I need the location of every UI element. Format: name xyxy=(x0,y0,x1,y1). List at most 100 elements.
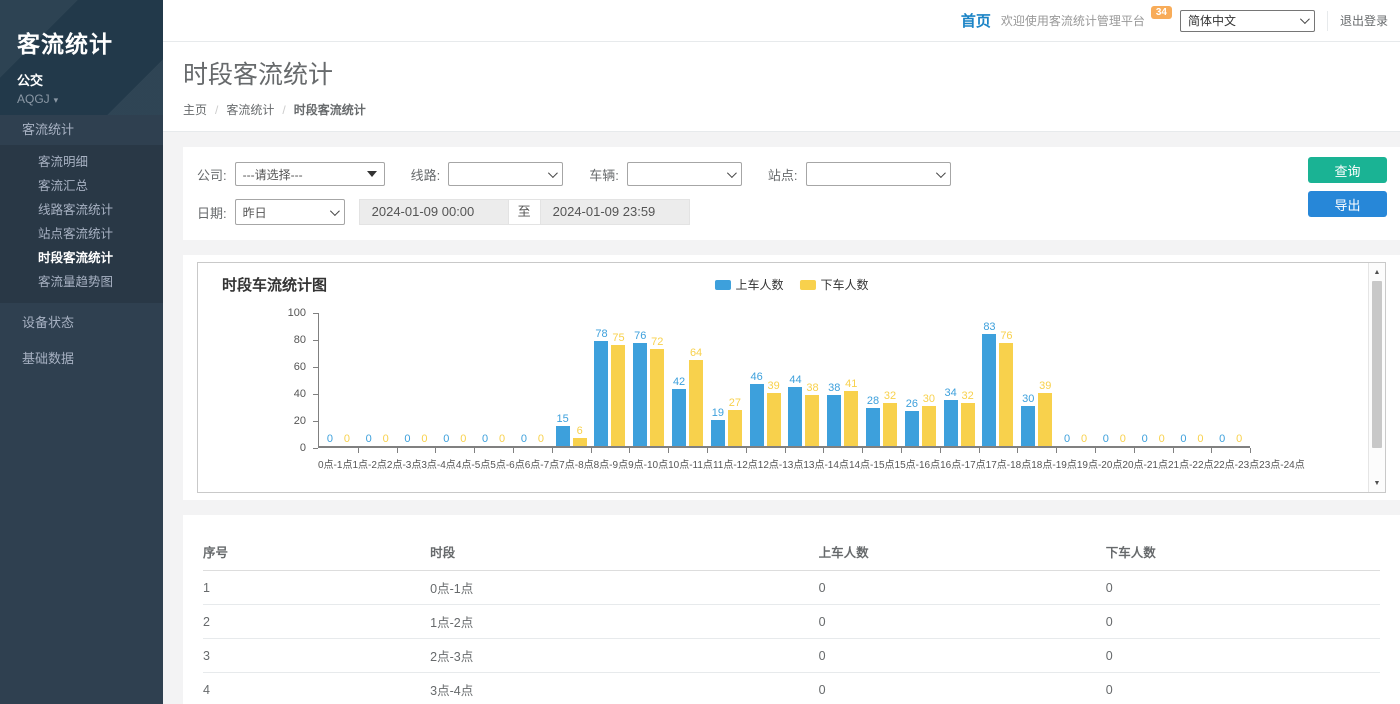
sidebar-org-selector[interactable]: AQGJ▾ xyxy=(17,92,146,106)
bar-value-alighting: 0 xyxy=(1081,433,1087,445)
table-cell: 1 xyxy=(203,571,430,605)
x-axis-label-12: 12点-13点 xyxy=(758,456,804,471)
sidebar-item-passenger-detail[interactable]: 客流明细 xyxy=(0,150,163,174)
search-button[interactable]: 查询 xyxy=(1308,157,1387,183)
legend-item-boarding[interactable]: 上车人数 xyxy=(714,276,783,293)
bar-group-16: 3432 xyxy=(940,313,979,446)
bar-alighting[interactable] xyxy=(844,391,858,446)
company-select[interactable]: ---请选择--- xyxy=(235,162,385,186)
bar-boarding[interactable] xyxy=(788,387,802,446)
bar-column-alighting: 39 xyxy=(767,380,781,446)
bar-alighting[interactable] xyxy=(767,393,781,446)
bar-alighting[interactable] xyxy=(999,343,1013,446)
bar-group-10: 1927 xyxy=(707,313,746,446)
bar-boarding[interactable] xyxy=(1021,406,1035,447)
notification-badge[interactable]: 34 xyxy=(1151,6,1172,19)
scrollbar-thumb[interactable] xyxy=(1372,281,1382,448)
table-row: 32点-3点00 xyxy=(203,639,1380,673)
bar-boarding[interactable] xyxy=(827,395,841,446)
export-button[interactable]: 导出 xyxy=(1308,191,1387,217)
sidebar-logo-area: 客流统计 公交 AQGJ▾ xyxy=(0,0,163,115)
bar-alighting[interactable] xyxy=(961,403,975,446)
x-axis-label-10: 10点-11点 xyxy=(668,456,713,471)
bar-boarding[interactable] xyxy=(672,389,686,446)
station-label: 站点: xyxy=(768,165,798,184)
bar-alighting[interactable] xyxy=(805,395,819,446)
breadcrumb-item-0[interactable]: 主页 xyxy=(183,101,207,118)
bar-alighting[interactable] xyxy=(689,360,703,446)
x-axis-label-14: 14点-15点 xyxy=(849,456,895,471)
table-row: 43点-4点00 xyxy=(203,673,1380,704)
sidebar-item-passenger-trend-chart[interactable]: 客流量趋势图 xyxy=(0,270,163,294)
bar-column-alighting: 0 xyxy=(534,433,548,446)
bar-alighting[interactable] xyxy=(883,403,897,446)
bar-alighting[interactable] xyxy=(650,349,664,446)
sidebar-item-line-passenger-stats[interactable]: 线路客流统计 xyxy=(0,198,163,222)
bar-boarding[interactable] xyxy=(982,334,996,446)
logout-link[interactable]: 退出登录 xyxy=(1327,11,1388,31)
scrollbar-up-arrow-icon[interactable]: ▲ xyxy=(1369,264,1385,280)
station-select[interactable] xyxy=(806,162,951,186)
topbar: 首页 欢迎使用客流统计管理平台 34 简体中文 退出登录 xyxy=(163,0,1400,42)
sidebar-item-device-status[interactable]: 设备状态 xyxy=(0,307,163,339)
sidebar-item-period-passenger-stats[interactable]: 时段客流统计 xyxy=(0,246,163,270)
bar-boarding[interactable] xyxy=(711,420,725,446)
date-preset-select[interactable]: 昨日 xyxy=(235,199,345,225)
table-header-cell-3: 下车人数 xyxy=(1106,533,1380,571)
home-link[interactable]: 首页 xyxy=(961,10,991,31)
line-select[interactable] xyxy=(448,162,563,186)
bar-boarding[interactable] xyxy=(944,400,958,446)
bar-alighting[interactable] xyxy=(611,345,625,446)
breadcrumb-item-1[interactable]: 客流统计 xyxy=(226,101,274,118)
sidebar-item-station-passenger-stats[interactable]: 站点客流统计 xyxy=(0,222,163,246)
bar-group-2: 00 xyxy=(397,313,436,446)
bar-group-20: 00 xyxy=(1095,313,1134,446)
bar-boarding[interactable] xyxy=(750,384,764,446)
bar-group-14: 2832 xyxy=(862,313,901,446)
bar-group-8: 7672 xyxy=(629,313,668,446)
sidebar-item-passenger-summary[interactable]: 客流汇总 xyxy=(0,174,163,198)
bar-column-alighting: 0 xyxy=(495,433,509,446)
bar-column-alighting: 0 xyxy=(379,433,393,446)
bar-alighting[interactable] xyxy=(922,406,936,447)
chevron-down-icon xyxy=(1300,14,1310,24)
table-cell: 0 xyxy=(819,571,1106,605)
legend-swatch-alighting xyxy=(800,280,816,290)
table-cell: 0 xyxy=(1106,673,1380,704)
table-cell: 3点-4点 xyxy=(430,673,818,704)
bar-column-alighting: 32 xyxy=(961,390,975,446)
bar-boarding[interactable] xyxy=(633,343,647,446)
x-axis-label-23: 23点-24点 xyxy=(1259,456,1305,471)
sidebar-item-passenger-stats[interactable]: 客流统计 xyxy=(0,115,163,145)
bar-alighting[interactable] xyxy=(728,410,742,446)
date-to-input[interactable]: 2024-01-09 23:59 xyxy=(540,199,690,225)
chart-scrollbar[interactable]: ▲ ▼ xyxy=(1368,263,1385,492)
sidebar-submenu-passenger-stats: 客流明细客流汇总线路客流统计站点客流统计时段客流统计客流量趋势图 xyxy=(0,145,163,303)
bar-group-4: 00 xyxy=(474,313,513,446)
bar-column-boarding: 0 xyxy=(323,433,337,446)
bar-alighting[interactable] xyxy=(1038,393,1052,446)
filter-panel: 公司: ---请选择--- 线路: 车辆: 站点: xyxy=(183,147,1400,240)
bar-boarding[interactable] xyxy=(905,411,919,446)
chevron-down-icon xyxy=(330,206,340,216)
bar-boarding[interactable] xyxy=(866,408,880,446)
bar-value-alighting: 32 xyxy=(884,390,896,402)
filter-actions: 查询 导出 xyxy=(1308,157,1387,217)
bar-column-alighting: 0 xyxy=(1116,433,1130,446)
vehicle-select[interactable] xyxy=(627,162,742,186)
bar-boarding[interactable] xyxy=(594,341,608,446)
table-row: 21点-2点00 xyxy=(203,605,1380,639)
bar-column-alighting: 0 xyxy=(1193,433,1207,446)
vehicle-label: 车辆: xyxy=(589,165,619,184)
language-select[interactable]: 简体中文 xyxy=(1180,10,1315,32)
table-cell: 3 xyxy=(203,639,430,673)
x-axis-label-22: 22点-23点 xyxy=(1214,456,1260,471)
bar-group-3: 00 xyxy=(435,313,474,446)
legend-item-alighting[interactable]: 下车人数 xyxy=(800,276,869,293)
bar-alighting[interactable] xyxy=(573,438,587,446)
bar-value-alighting: 75 xyxy=(612,332,624,344)
date-from-input[interactable]: 2024-01-09 00:00 xyxy=(359,199,509,225)
sidebar-item-base-data[interactable]: 基础数据 xyxy=(0,343,163,375)
scrollbar-down-arrow-icon[interactable]: ▼ xyxy=(1369,475,1385,491)
bar-boarding[interactable] xyxy=(556,426,570,446)
